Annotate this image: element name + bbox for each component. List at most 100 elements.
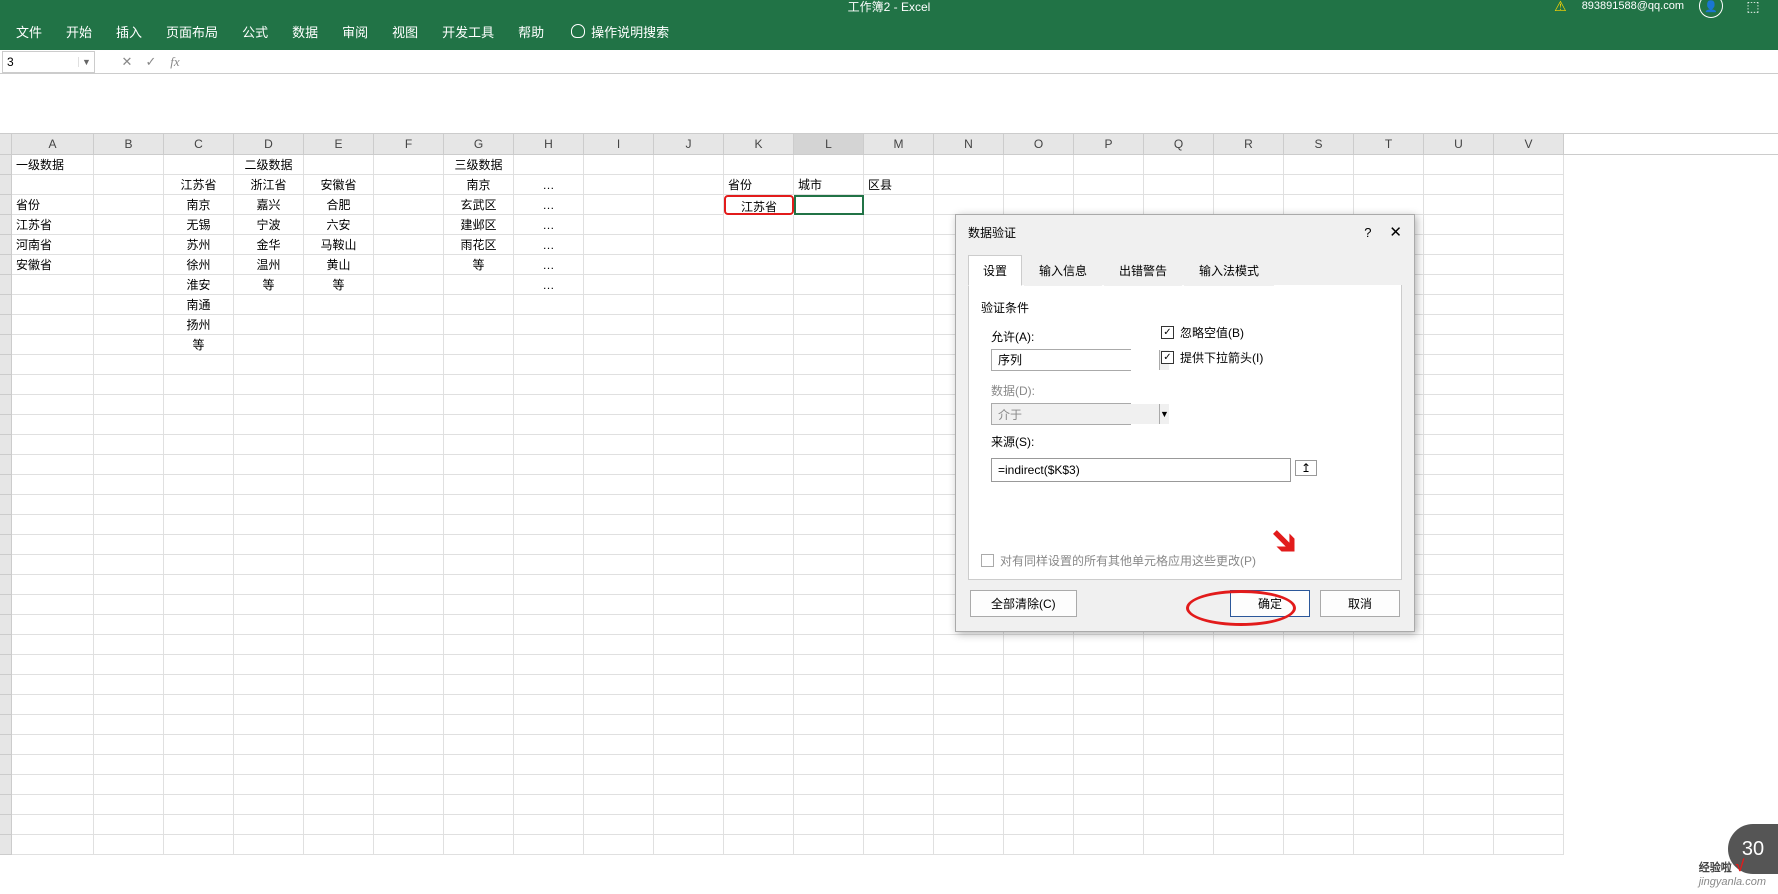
cell[interactable] bbox=[12, 535, 94, 555]
cell[interactable] bbox=[1144, 775, 1214, 795]
cell[interactable] bbox=[864, 455, 934, 475]
cell[interactable] bbox=[794, 295, 864, 315]
cell[interactable] bbox=[584, 815, 654, 835]
cell[interactable] bbox=[654, 275, 724, 295]
cell[interactable] bbox=[234, 695, 304, 715]
cell[interactable] bbox=[1424, 635, 1494, 655]
cell[interactable] bbox=[1284, 155, 1354, 175]
cell[interactable] bbox=[374, 375, 444, 395]
row-header[interactable] bbox=[0, 395, 12, 415]
cell[interactable] bbox=[164, 655, 234, 675]
cell[interactable] bbox=[864, 415, 934, 435]
cell[interactable] bbox=[514, 395, 584, 415]
cell[interactable] bbox=[164, 695, 234, 715]
cell[interactable] bbox=[12, 675, 94, 695]
cell[interactable] bbox=[1494, 595, 1564, 615]
cell[interactable] bbox=[1214, 635, 1284, 655]
cell[interactable] bbox=[94, 375, 164, 395]
cell[interactable]: 苏州 bbox=[164, 235, 234, 255]
cell[interactable] bbox=[374, 555, 444, 575]
cell[interactable] bbox=[1494, 735, 1564, 755]
col-header[interactable]: D bbox=[234, 134, 304, 154]
col-header[interactable]: O bbox=[1004, 134, 1074, 154]
cell[interactable] bbox=[374, 455, 444, 475]
cell[interactable] bbox=[1214, 675, 1284, 695]
cell[interactable] bbox=[794, 615, 864, 635]
cell[interactable] bbox=[584, 735, 654, 755]
row-header[interactable] bbox=[0, 355, 12, 375]
cell[interactable] bbox=[1424, 215, 1494, 235]
cell[interactable] bbox=[304, 715, 374, 735]
col-header[interactable]: E bbox=[304, 134, 374, 154]
cell[interactable] bbox=[374, 755, 444, 775]
cell[interactable] bbox=[1424, 435, 1494, 455]
cell[interactable] bbox=[864, 595, 934, 615]
row-header[interactable] bbox=[0, 735, 12, 755]
cell[interactable] bbox=[12, 375, 94, 395]
cell[interactable] bbox=[12, 755, 94, 775]
cell[interactable] bbox=[584, 795, 654, 815]
tab-view[interactable]: 视图 bbox=[380, 12, 430, 50]
cell[interactable] bbox=[864, 515, 934, 535]
cell[interactable] bbox=[724, 695, 794, 715]
cell[interactable] bbox=[94, 435, 164, 455]
cell[interactable] bbox=[12, 335, 94, 355]
cell[interactable] bbox=[514, 375, 584, 395]
cell[interactable] bbox=[514, 755, 584, 775]
cell[interactable] bbox=[1074, 655, 1144, 675]
cell[interactable] bbox=[584, 595, 654, 615]
cell[interactable] bbox=[304, 535, 374, 555]
cell[interactable] bbox=[164, 735, 234, 755]
cell[interactable] bbox=[864, 775, 934, 795]
cell[interactable] bbox=[654, 755, 724, 775]
cell[interactable] bbox=[794, 195, 864, 215]
cell[interactable] bbox=[1214, 715, 1284, 735]
cell[interactable] bbox=[584, 375, 654, 395]
cell[interactable] bbox=[864, 535, 934, 555]
cell[interactable] bbox=[584, 455, 654, 475]
cell[interactable]: 省份 bbox=[12, 195, 94, 215]
col-header[interactable]: C bbox=[164, 134, 234, 154]
cell[interactable] bbox=[1494, 155, 1564, 175]
ok-button[interactable]: 确定 bbox=[1230, 590, 1310, 617]
cell[interactable] bbox=[1494, 355, 1564, 375]
cell[interactable] bbox=[1494, 575, 1564, 595]
tab-input-msg[interactable]: 输入信息 bbox=[1024, 255, 1102, 286]
cell[interactable] bbox=[234, 655, 304, 675]
cell[interactable] bbox=[584, 775, 654, 795]
cell[interactable]: 扬州 bbox=[164, 315, 234, 335]
cell[interactable]: … bbox=[514, 175, 584, 195]
cell[interactable] bbox=[1214, 195, 1284, 215]
cell[interactable] bbox=[864, 355, 934, 375]
tab-error-alert[interactable]: 出错警告 bbox=[1104, 255, 1182, 286]
cell[interactable] bbox=[514, 835, 584, 855]
cell[interactable] bbox=[934, 795, 1004, 815]
cell[interactable]: 浙江省 bbox=[234, 175, 304, 195]
cell[interactable] bbox=[304, 455, 374, 475]
cell[interactable] bbox=[584, 155, 654, 175]
cell[interactable] bbox=[864, 695, 934, 715]
cell[interactable] bbox=[1354, 795, 1424, 815]
cell[interactable] bbox=[12, 495, 94, 515]
col-header[interactable]: P bbox=[1074, 134, 1144, 154]
cancel-button[interactable]: 取消 bbox=[1320, 590, 1400, 617]
cell[interactable] bbox=[1424, 475, 1494, 495]
cell[interactable] bbox=[1074, 675, 1144, 695]
cell[interactable] bbox=[374, 475, 444, 495]
cell[interactable] bbox=[304, 635, 374, 655]
cell[interactable] bbox=[444, 595, 514, 615]
cell[interactable] bbox=[1354, 695, 1424, 715]
clear-all-button[interactable]: 全部清除(C) bbox=[970, 590, 1077, 617]
cell[interactable]: 省份 bbox=[724, 175, 794, 195]
cell[interactable] bbox=[374, 435, 444, 455]
cell[interactable] bbox=[374, 695, 444, 715]
cell[interactable] bbox=[1284, 655, 1354, 675]
cell[interactable] bbox=[794, 375, 864, 395]
source-input[interactable] bbox=[992, 459, 1290, 481]
cancel-icon[interactable]: ✕ bbox=[115, 54, 139, 70]
cell[interactable] bbox=[164, 775, 234, 795]
cell[interactable] bbox=[1214, 735, 1284, 755]
row-header[interactable] bbox=[0, 715, 12, 735]
row-header[interactable] bbox=[0, 835, 12, 855]
cell[interactable] bbox=[654, 775, 724, 795]
